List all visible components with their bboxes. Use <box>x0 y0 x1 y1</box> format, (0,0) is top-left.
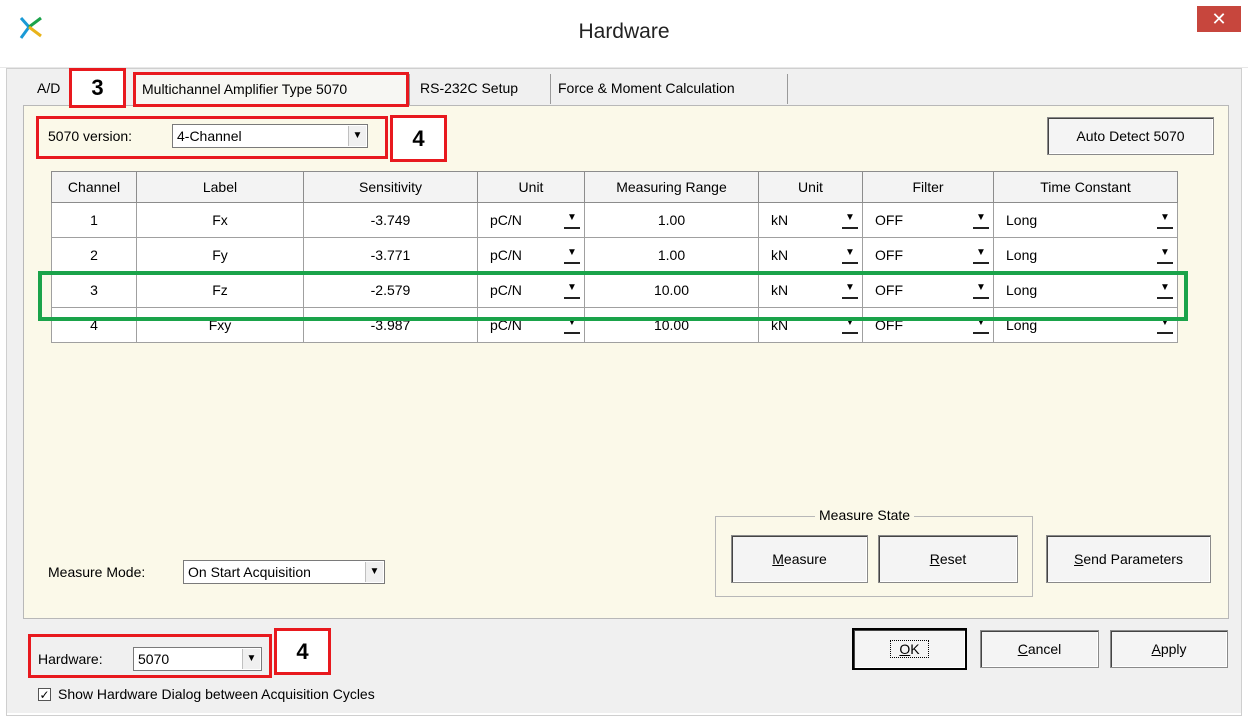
cell-value: pC/N <box>490 247 522 263</box>
table-cell[interactable]: kN ▼ <box>758 237 863 273</box>
annotation-box-version <box>36 116 388 159</box>
apply-label: pply <box>1160 641 1187 657</box>
column-header-sensitivity: Sensitivity <box>303 171 478 203</box>
chevron-down-icon[interactable]: ▼ <box>842 246 858 264</box>
table-cell[interactable]: 1.00 <box>584 202 759 238</box>
reset-button[interactable]: Reset <box>878 535 1018 583</box>
apply-mnemonic: A <box>1151 641 1161 657</box>
table-row: 2 Fy -3.771 pC/N ▼ 1.00 kN ▼ OFF ▼ Long ▼ <box>51 237 1178 273</box>
chevron-down-icon[interactable]: ▼ <box>973 211 989 229</box>
table-cell[interactable]: kN ▼ <box>758 202 863 238</box>
cell-dropdown[interactable]: pC/N ▼ <box>478 238 584 272</box>
chevron-down-icon: ▼ <box>365 562 383 582</box>
column-header-unit: Unit <box>477 171 585 203</box>
cell-dropdown[interactable]: pC/N ▼ <box>478 203 584 237</box>
cell-value: kN <box>771 247 789 263</box>
window-title: Hardware <box>578 20 670 43</box>
cancel-button[interactable]: Cancel <box>980 630 1099 668</box>
column-header-measuring-range: Measuring Range <box>584 171 759 203</box>
annotation-number-tab: 3 <box>69 68 126 108</box>
table-cell[interactable]: OFF ▼ <box>862 202 994 238</box>
table-header-row: Channel Label Sensitivity Unit Measuring… <box>51 171 1178 203</box>
annotation-number-version: 4 <box>390 115 447 162</box>
show-dialog-checkbox[interactable]: ✓ <box>38 688 51 701</box>
table-cell[interactable]: -3.749 <box>303 202 478 238</box>
annotation-number-hardware: 4 <box>274 628 331 675</box>
auto-detect-button[interactable]: Auto Detect 5070 <box>1047 117 1214 155</box>
chevron-down-icon[interactable]: ▼ <box>564 211 580 229</box>
chevron-down-icon[interactable]: ▼ <box>564 246 580 264</box>
chevron-down-icon[interactable]: ▼ <box>973 246 989 264</box>
annotation-box-hardware <box>28 634 272 678</box>
chevron-down-icon[interactable]: ▼ <box>842 211 858 229</box>
cell-dropdown[interactable]: OFF ▼ <box>863 203 993 237</box>
column-header-channel: Channel <box>51 171 137 203</box>
table-cell[interactable]: Long ▼ <box>993 202 1178 238</box>
table-cell[interactable]: -3.771 <box>303 237 478 273</box>
measure-mode-select[interactable]: On Start Acquisition ▼ <box>183 560 385 584</box>
send-parameters-label: end Parameters <box>1083 551 1183 567</box>
ok-label: K <box>910 641 920 657</box>
cell-dropdown[interactable]: Long ▼ <box>994 203 1177 237</box>
chevron-down-icon[interactable]: ▼ <box>1157 211 1173 229</box>
table-cell[interactable]: 1.00 <box>584 237 759 273</box>
chevron-down-icon[interactable]: ▼ <box>1157 246 1173 264</box>
ok-focus: OK <box>890 640 929 658</box>
reset-mnemonic: R <box>929 551 940 567</box>
measure-label: easure <box>783 551 827 567</box>
table-cell[interactable]: Fy <box>136 237 304 273</box>
highlight-row-box <box>38 271 1188 321</box>
cell-value: pC/N <box>490 212 522 228</box>
cell-value: OFF <box>875 247 903 263</box>
table-cell[interactable]: OFF ▼ <box>862 237 994 273</box>
cell-value: Long <box>1006 212 1038 228</box>
cancel-mnemonic: C <box>1017 641 1028 657</box>
show-dialog-label: Show Hardware Dialog between Acquisition… <box>58 686 375 702</box>
apply-button[interactable]: Apply <box>1110 630 1228 668</box>
table-cell[interactable]: 2 <box>51 237 137 273</box>
ok-mnemonic: O <box>899 641 911 657</box>
column-header-label: Label <box>136 171 304 203</box>
measure-mnemonic: M <box>772 551 784 567</box>
column-header-filter: Filter <box>862 171 994 203</box>
tab-ad[interactable]: A/D <box>31 74 73 104</box>
cancel-label: ancel <box>1027 641 1062 657</box>
cell-value: OFF <box>875 212 903 228</box>
cell-dropdown[interactable]: Long ▼ <box>994 238 1177 272</box>
close-button[interactable]: ✕ <box>1197 6 1241 32</box>
table-cell[interactable]: Fx <box>136 202 304 238</box>
tab-force-moment-calculation[interactable]: Force & Moment Calculation <box>552 74 788 104</box>
cell-dropdown[interactable]: kN ▼ <box>759 238 862 272</box>
measure-state-title: Measure State <box>815 507 915 523</box>
cell-value: Long <box>1006 247 1038 263</box>
table-cell[interactable]: pC/N ▼ <box>477 202 585 238</box>
table-row: 1 Fx -3.749 pC/N ▼ 1.00 kN ▼ OFF ▼ Long ▼ <box>51 202 1178 238</box>
column-header-range-unit: Unit <box>758 171 863 203</box>
send-parameters-mnemonic: S <box>1074 551 1084 567</box>
column-header-time-constant: Time Constant <box>993 171 1178 203</box>
table-cell[interactable]: Long ▼ <box>993 237 1178 273</box>
annotation-box-tab <box>133 72 409 107</box>
tab-rs232c-setup[interactable]: RS-232C Setup <box>414 74 551 104</box>
cell-dropdown[interactable]: kN ▼ <box>759 203 862 237</box>
table-cell[interactable]: pC/N ▼ <box>477 237 585 273</box>
measure-mode-label: Measure Mode: <box>48 564 146 580</box>
measure-button[interactable]: Measure <box>731 535 868 583</box>
cell-value: kN <box>771 212 789 228</box>
measure-mode-value: On Start Acquisition <box>188 564 311 580</box>
ok-button[interactable]: OK <box>852 628 967 670</box>
cell-dropdown[interactable]: OFF ▼ <box>863 238 993 272</box>
reset-label: eset <box>939 551 967 567</box>
send-parameters-button[interactable]: Send Parameters <box>1046 535 1211 583</box>
table-cell[interactable]: 1 <box>51 202 137 238</box>
